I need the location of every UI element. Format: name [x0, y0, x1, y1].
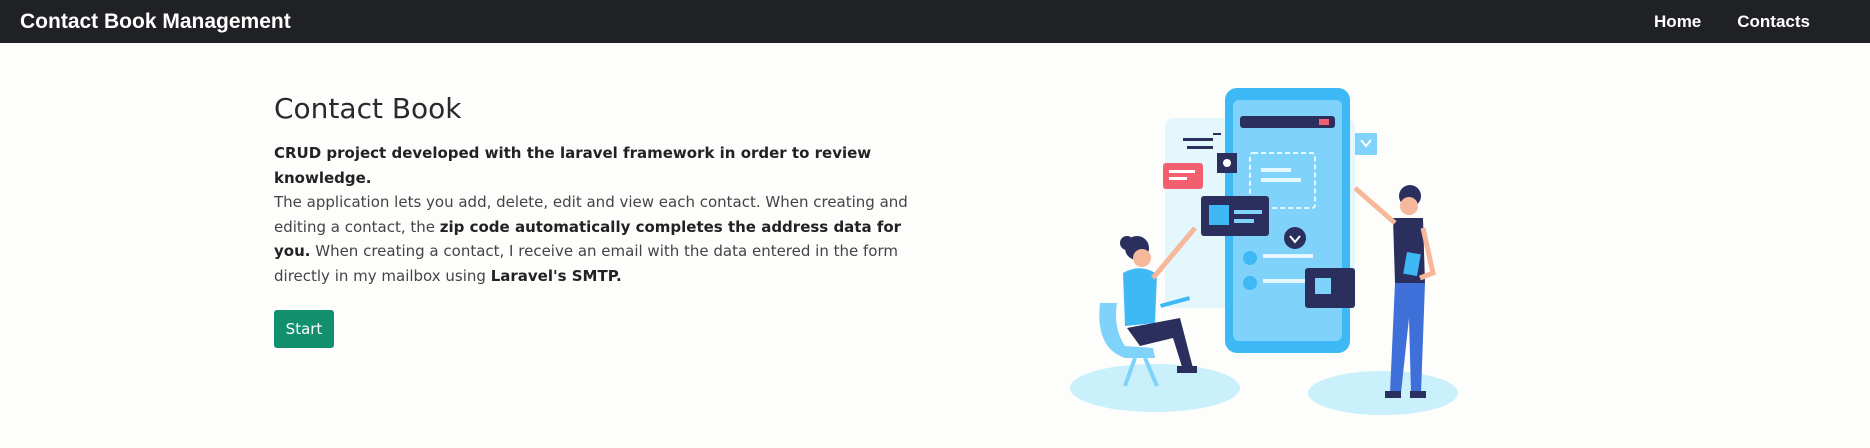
nav-home-link[interactable]: Home — [1654, 12, 1701, 32]
floor-shadow-left — [1070, 364, 1240, 412]
chat-bubble-icon — [1163, 163, 1203, 189]
intro-bold-text: CRUD project developed with the laravel … — [274, 144, 872, 187]
nav-contacts-link[interactable]: Contacts — [1737, 12, 1810, 32]
hero-illustration — [1070, 88, 1458, 415]
top-navbar: Contact Book Management Home Contacts — [0, 0, 1870, 43]
hero-section: Contact Book CRUD project developed with… — [274, 92, 914, 348]
hero-description: CRUD project developed with the laravel … — [274, 141, 914, 288]
start-button[interactable]: Start — [274, 310, 334, 348]
nav-links: Home Contacts — [1654, 0, 1810, 43]
man-figure — [1353, 185, 1436, 398]
brand-link[interactable]: Contact Book Management — [20, 0, 291, 43]
chevron-tile-icon — [1355, 133, 1377, 155]
page-title: Contact Book — [274, 92, 462, 125]
floor-shadow-right — [1308, 371, 1458, 415]
smtp-bold-text: Laravel's SMTP. — [490, 266, 622, 285]
